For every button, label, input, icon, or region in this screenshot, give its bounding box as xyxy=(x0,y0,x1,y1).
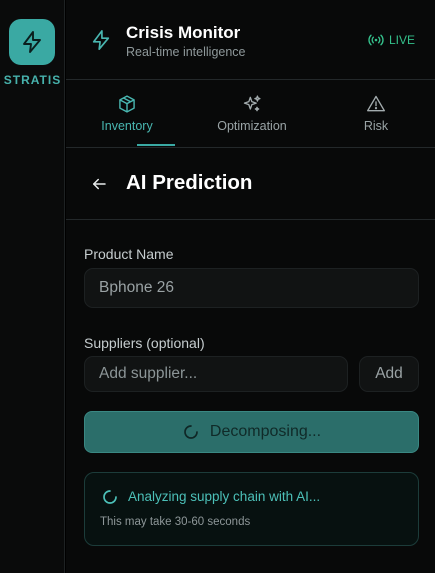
active-tab-indicator xyxy=(137,144,175,146)
tab-risk-label: Risk xyxy=(363,119,389,133)
suppliers-label: Suppliers (optional) xyxy=(84,335,205,351)
add-supplier-button[interactable]: Add xyxy=(359,356,419,392)
tab-optimization[interactable]: Optimization xyxy=(211,80,293,148)
tab-optimization-label: Optimization xyxy=(217,119,287,133)
main-panel: Crisis Monitor Real-time intelligence LI… xyxy=(66,0,435,573)
app-header: Crisis Monitor Real-time intelligence LI… xyxy=(66,0,435,80)
product-name-input[interactable] xyxy=(84,268,419,308)
box-icon xyxy=(119,95,135,113)
supplier-input[interactable] xyxy=(84,356,348,392)
app-rail: STRATIS xyxy=(0,0,65,573)
app-subtitle: Real-time intelligence xyxy=(126,45,246,59)
analysis-status-card: Analyzing supply chain with AI... This m… xyxy=(84,472,419,546)
live-label: LIVE xyxy=(388,33,415,47)
brand-name: STRATIS xyxy=(3,73,62,87)
lightning-icon xyxy=(92,30,110,50)
decompose-button-label: Decomposing... xyxy=(209,423,322,440)
tab-bar: Inventory Optimization Risk xyxy=(66,80,435,148)
spinner-icon xyxy=(184,425,198,439)
status-note: This may take 30-60 seconds xyxy=(100,516,251,528)
tab-inventory-label: Inventory xyxy=(101,119,153,133)
app-title: Crisis Monitor xyxy=(126,23,241,42)
sparkles-icon xyxy=(243,95,261,112)
tab-inventory[interactable]: Inventory xyxy=(96,80,158,148)
live-indicator: LIVE xyxy=(368,33,415,47)
page-titlebar: AI Prediction xyxy=(66,148,435,220)
decompose-button[interactable]: Decomposing... xyxy=(84,411,419,453)
tab-risk[interactable]: Risk xyxy=(351,80,401,148)
broadcast-icon xyxy=(368,34,384,46)
brand-logo[interactable] xyxy=(9,19,55,65)
arrow-left-icon[interactable] xyxy=(90,175,108,193)
warning-icon xyxy=(367,95,385,112)
page-title: AI Prediction xyxy=(126,171,253,194)
lightning-icon xyxy=(23,31,41,53)
product-name-label: Product Name xyxy=(84,246,174,262)
spinner-icon xyxy=(103,490,117,504)
status-message: Analyzing supply chain with AI... xyxy=(128,489,321,504)
